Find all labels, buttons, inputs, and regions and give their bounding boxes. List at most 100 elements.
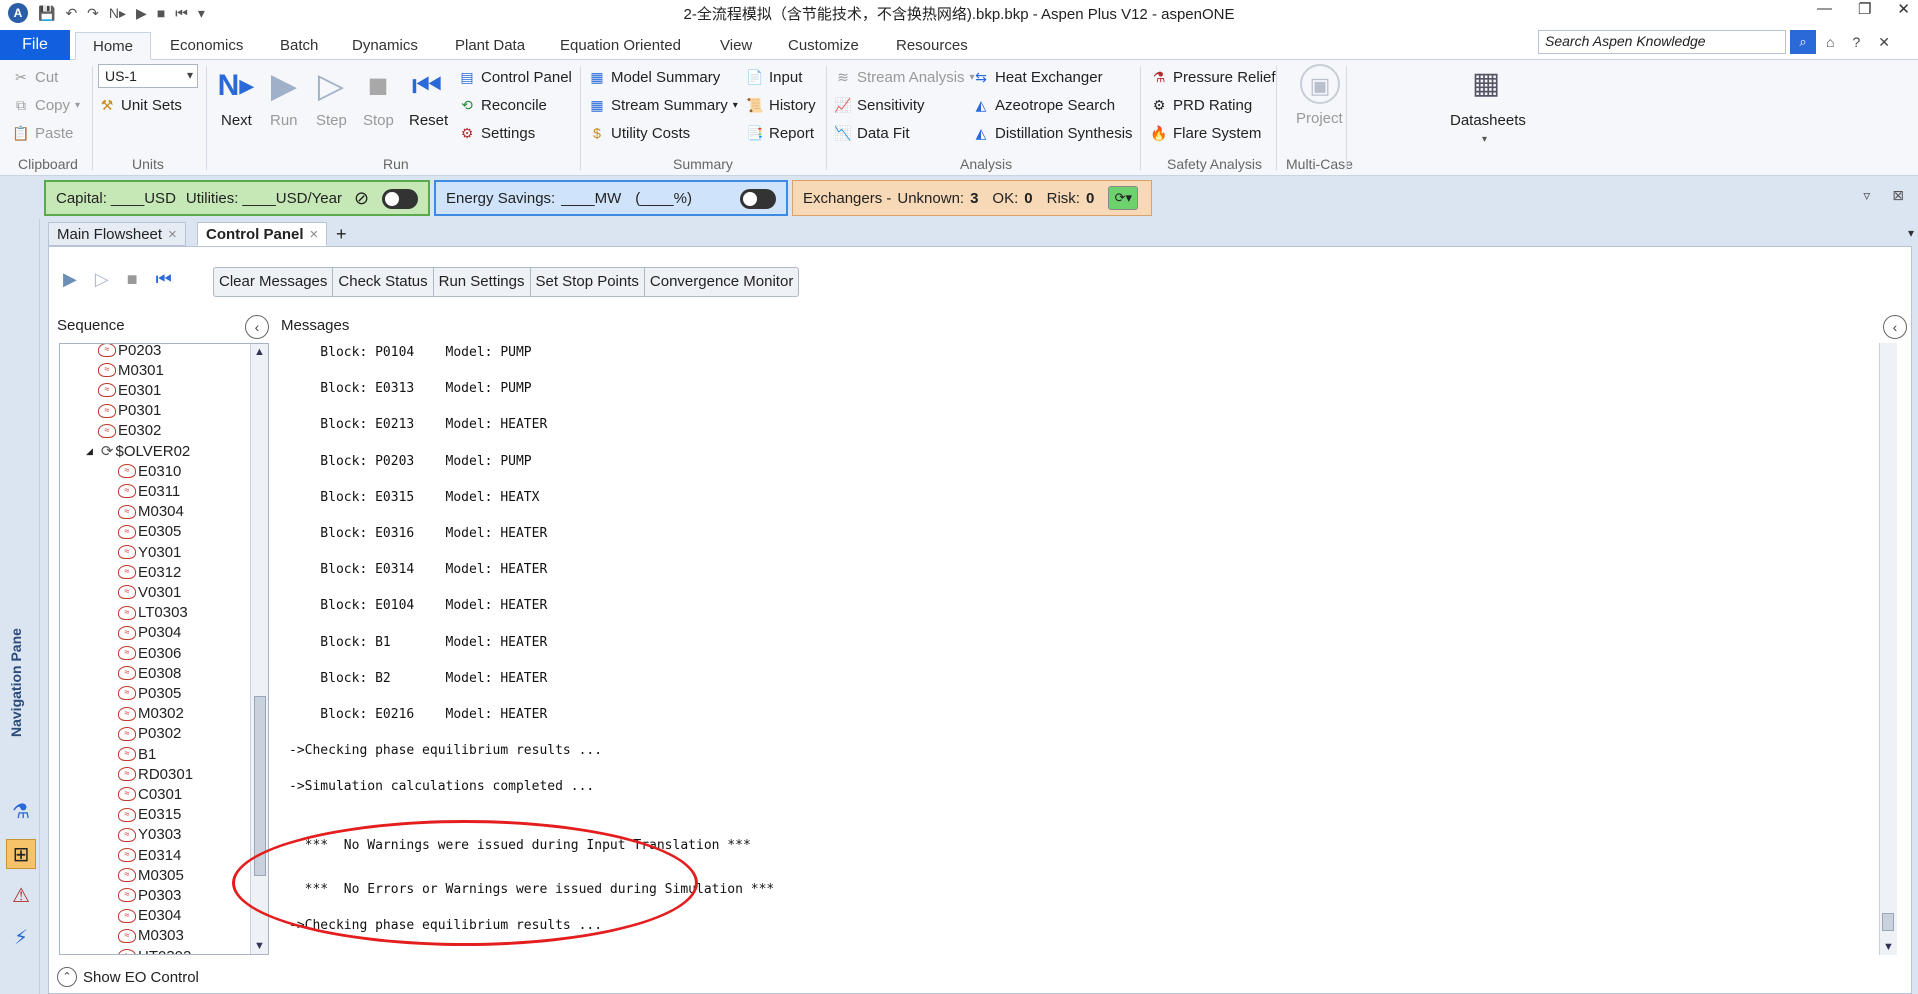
qa-dropdown-icon[interactable]: ▾ [198, 5, 205, 22]
reconcile-button[interactable]: ⟲ Reconcile [458, 96, 547, 114]
reset-icon[interactable]: ⏮ [407, 66, 447, 106]
run-icon-small[interactable]: ▶ [136, 5, 147, 22]
sensitivity-button[interactable]: 📈 Sensitivity [834, 96, 924, 114]
next-icon[interactable]: N▸ [216, 66, 256, 106]
reset-icon-small[interactable]: ⏮ [175, 5, 188, 22]
stop-icon[interactable]: ■ [358, 66, 398, 106]
stop-button[interactable]: Stop [363, 112, 394, 129]
collapse-messages-icon[interactable]: ‹ [1883, 315, 1907, 339]
check-status-button[interactable]: Check Status [333, 268, 434, 296]
step-icon[interactable]: ▷ [95, 269, 109, 290]
tab-home[interactable]: Home [75, 32, 151, 60]
scroll-thumb[interactable] [254, 696, 266, 876]
exchangers-panel[interactable]: Exchangers - Unknown: 3 OK: 0 Risk: 0 ⟳▾ [792, 180, 1152, 216]
sequence-block[interactable]: ≈ M0305 [118, 865, 184, 885]
sequence-block[interactable]: ≈ Y0303 [118, 825, 181, 845]
scroll-down-icon[interactable]: ▼ [1883, 941, 1894, 953]
sequence-block[interactable]: ≈ V0301 [118, 582, 181, 602]
heat-exchanger-button[interactable]: ⇆ Heat Exchanger [972, 68, 1102, 86]
aspen-logo-icon[interactable]: A [8, 3, 28, 23]
sequence-block[interactable]: ≈ E0312 [118, 562, 181, 582]
data-fit-button[interactable]: 📉 Data Fit [834, 124, 909, 142]
utility-costs-button[interactable]: $ Utility Costs [588, 124, 690, 142]
sequence-block[interactable]: ≈ E0306 [118, 643, 181, 663]
sequence-block[interactable]: ≈ P0301 [98, 401, 161, 421]
close-tab-icon[interactable]: × [168, 226, 177, 243]
close-icon[interactable]: ✕ [1897, 0, 1910, 18]
collapse-ribbon-icon[interactable]: ⌂ [1826, 34, 1834, 51]
sequence-block[interactable]: ≈ M0301 [98, 360, 164, 380]
capital-cost-panel[interactable]: Capital: ____USD Utilities: ____USD/Year… [44, 180, 430, 216]
sequence-block[interactable]: ≈HT0302 [118, 946, 191, 954]
analysis-bar-collapse-icon[interactable]: ▿ [1863, 187, 1870, 204]
tab-list-dropdown-icon[interactable]: ▾ [1908, 226, 1914, 240]
tab-resources[interactable]: Resources [896, 32, 968, 60]
paste-button[interactable]: 📋 Paste [12, 124, 73, 142]
control-panel-button[interactable]: ▤ Control Panel [458, 68, 572, 86]
expand-eo-icon[interactable]: ⌃ [57, 967, 77, 987]
sequence-block[interactable]: ≈ E0314 [118, 845, 181, 865]
sequence-block[interactable]: ≈ P0302 [118, 724, 181, 744]
collapse-sequence-icon[interactable]: ‹ [245, 315, 269, 339]
sequence-block[interactable]: ≈ P0304 [118, 623, 181, 643]
sequence-block[interactable]: ≈ E0305 [118, 522, 181, 542]
tab-plant-data[interactable]: Plant Data [455, 32, 525, 60]
help-icon[interactable]: ? [1852, 34, 1860, 51]
tab-equation-oriented[interactable]: Equation Oriented [560, 32, 681, 60]
stop-icon[interactable]: ■ [127, 269, 138, 290]
input-button[interactable]: 📄 Input [746, 68, 802, 86]
model-summary-button[interactable]: ▦ Model Summary [588, 68, 720, 86]
sequence-block[interactable]: ≈ RD0301 [118, 764, 193, 784]
history-button[interactable]: 📜 History [746, 96, 815, 114]
restore-icon[interactable]: ❐ [1858, 0, 1871, 18]
search-input[interactable]: Search Aspen Knowledge [1538, 30, 1786, 54]
tab-main-flowsheet[interactable]: Main Flowsheet × [48, 222, 186, 246]
run-icon[interactable]: ▶ [264, 66, 304, 106]
clear-messages-button[interactable]: Clear Messages [214, 268, 334, 296]
units-select[interactable]: US-1 [98, 64, 198, 88]
datasheets-dropdown-icon[interactable]: ▾ [1482, 134, 1487, 145]
convergence-monitor-button[interactable]: Convergence Monitor [645, 268, 798, 296]
sequence-block[interactable]: ≈ C0301 [118, 784, 182, 804]
tab-control-panel[interactable]: Control Panel × [197, 222, 328, 246]
stop-icon-small[interactable]: ■ [157, 5, 165, 21]
step-button[interactable]: Step [316, 112, 347, 129]
sequence-block[interactable]: ≈ LT0303 [118, 603, 188, 623]
messages-scrollbar[interactable]: ▼ [1879, 343, 1897, 955]
sequence-block[interactable]: ≈ E0315 [118, 805, 181, 825]
next-button[interactable]: Next [221, 112, 252, 129]
copy-button[interactable]: ⧉ Copy ▾ [12, 96, 80, 114]
new-tab-icon[interactable]: + [328, 222, 355, 246]
tab-economics[interactable]: Economics [170, 32, 243, 60]
reset-button[interactable]: Reset [409, 112, 448, 129]
tab-view[interactable]: View [720, 32, 752, 60]
sequence-scrollbar[interactable]: ▲ ▼ [250, 344, 268, 954]
sequence-block[interactable]: ≈ E0304 [118, 906, 181, 926]
set-stop-points-button[interactable]: Set Stop Points [531, 268, 645, 296]
sequence-block[interactable]: ≈ P0305 [118, 683, 181, 703]
distillation-synthesis-button[interactable]: ◭ Distillation Synthesis [972, 124, 1133, 142]
step-icon[interactable]: ▷ [311, 66, 351, 106]
sequence-block[interactable]: ≈ E0301 [98, 380, 161, 400]
safety-analysis-icon[interactable]: ⚠ [6, 881, 36, 911]
cut-button[interactable]: ✂ Cut [12, 68, 58, 86]
scroll-thumb[interactable] [1882, 913, 1894, 931]
run-icon[interactable]: ▶ [63, 269, 77, 290]
tab-customize[interactable]: Customize [788, 32, 859, 60]
pressure-relief-button[interactable]: ⚗ Pressure Relief [1150, 68, 1276, 86]
prd-rating-button[interactable]: ⚙ PRD Rating [1150, 96, 1252, 114]
sequence-block[interactable]: ≈ E0302 [98, 421, 161, 441]
stream-analysis-button[interactable]: ≋ Stream Analysis ▾ [834, 68, 974, 86]
sequence-block[interactable]: ≈ M0304 [118, 502, 184, 522]
sequence-block[interactable]: ≈ M0303 [118, 926, 184, 946]
sequence-block[interactable]: ≈ Y0301 [118, 542, 181, 562]
show-eo-control[interactable]: ⌃ Show EO Control [57, 967, 199, 987]
reset-icon[interactable]: ⏮ [156, 269, 172, 290]
project-button[interactable]: Project [1296, 110, 1343, 127]
project-icon[interactable]: ▣ [1300, 64, 1340, 104]
energy-analysis-icon[interactable]: ⚡ [6, 923, 36, 953]
tab-file[interactable]: File [0, 30, 70, 60]
datasheets-button[interactable]: Datasheets [1450, 112, 1526, 129]
tab-dynamics[interactable]: Dynamics [352, 32, 418, 60]
energy-savings-panel[interactable]: Energy Savings: ____MW (____%) [434, 180, 788, 216]
